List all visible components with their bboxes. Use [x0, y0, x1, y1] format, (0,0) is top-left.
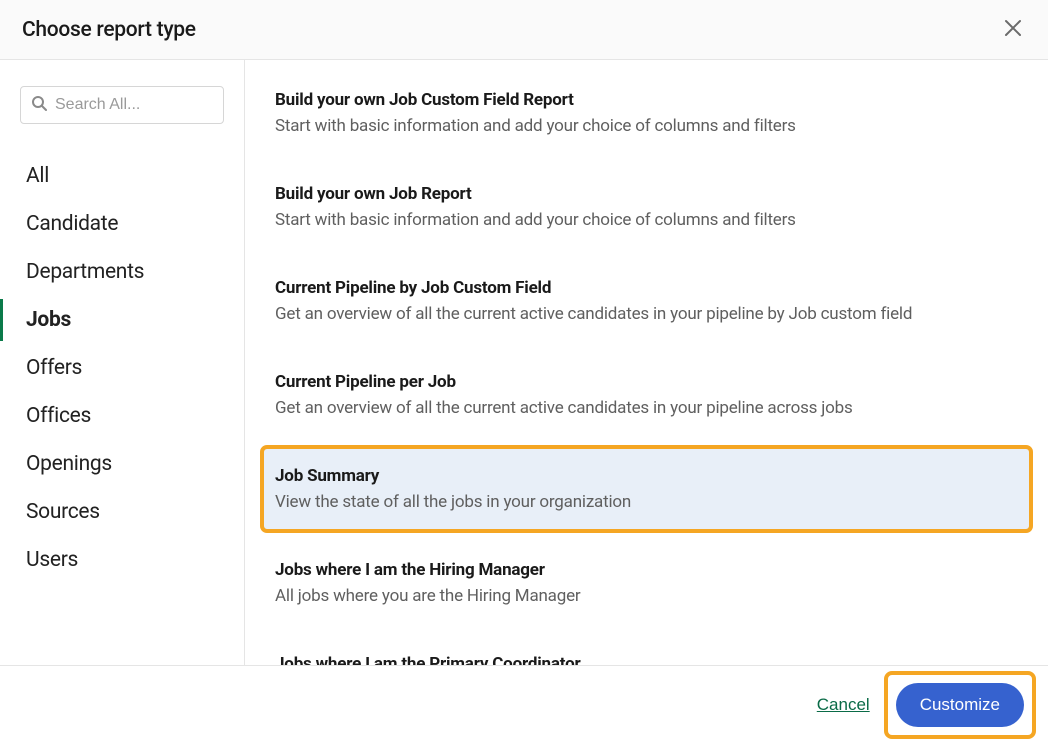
sidebar-item-all[interactable]: All	[26, 152, 224, 200]
sidebar: All Candidate Departments Jobs Offers Of…	[0, 60, 245, 665]
sidebar-item-sources[interactable]: Sources	[26, 488, 224, 536]
cancel-button[interactable]: Cancel	[817, 695, 870, 715]
report-desc: Start with basic information and add you…	[275, 116, 1030, 136]
report-title: Job Summary	[275, 466, 1018, 486]
report-desc: Start with basic information and add you…	[275, 210, 1030, 230]
report-list[interactable]: Build your own Job Custom Field Report S…	[245, 60, 1048, 665]
close-icon	[1004, 19, 1022, 40]
report-item[interactable]: Build your own Job Custom Field Report S…	[275, 72, 1042, 154]
sidebar-item-candidate[interactable]: Candidate	[26, 200, 224, 248]
report-desc: Get an overview of all the current activ…	[275, 304, 1030, 324]
customize-highlight: Customize	[888, 675, 1032, 735]
sidebar-item-jobs[interactable]: Jobs	[26, 296, 224, 344]
sidebar-item-users[interactable]: Users	[26, 536, 224, 584]
report-item-selected[interactable]: Job Summary View the state of all the jo…	[263, 448, 1030, 530]
report-desc: All jobs where you are the Hiring Manage…	[275, 586, 1030, 606]
search-icon	[31, 95, 47, 115]
report-title: Jobs where I am the Hiring Manager	[275, 560, 1030, 580]
close-button[interactable]	[1000, 15, 1026, 44]
report-title: Current Pipeline per Job	[275, 372, 1030, 392]
report-title: Build your own Job Report	[275, 184, 1030, 204]
report-item[interactable]: Current Pipeline per Job Get an overview…	[275, 354, 1042, 436]
sidebar-item-openings[interactable]: Openings	[26, 440, 224, 488]
sidebar-item-departments[interactable]: Departments	[26, 248, 224, 296]
modal-body: All Candidate Departments Jobs Offers Of…	[0, 60, 1048, 665]
report-item[interactable]: Build your own Job Report Start with bas…	[275, 166, 1042, 248]
search-input[interactable]	[55, 96, 213, 114]
report-item[interactable]: Jobs where I am the Hiring Manager All j…	[275, 542, 1042, 624]
report-item[interactable]: Current Pipeline by Job Custom Field Get…	[275, 260, 1042, 342]
sidebar-nav: All Candidate Departments Jobs Offers Of…	[20, 152, 224, 584]
report-desc: Get an overview of all the current activ…	[275, 398, 1030, 418]
report-desc: View the state of all the jobs in your o…	[275, 492, 1018, 512]
modal-header: Choose report type	[0, 0, 1048, 60]
report-item[interactable]: Jobs where I am the Primary Coordinator	[275, 636, 1042, 665]
report-title: Build your own Job Custom Field Report	[275, 90, 1030, 110]
report-title: Current Pipeline by Job Custom Field	[275, 278, 1030, 298]
search-input-wrap[interactable]	[20, 86, 224, 124]
modal-title: Choose report type	[22, 18, 196, 42]
sidebar-item-offices[interactable]: Offices	[26, 392, 224, 440]
customize-button[interactable]: Customize	[896, 683, 1024, 727]
sidebar-item-offers[interactable]: Offers	[26, 344, 224, 392]
report-title: Jobs where I am the Primary Coordinator	[275, 654, 1030, 665]
modal-footer: Cancel Customize	[0, 665, 1048, 744]
